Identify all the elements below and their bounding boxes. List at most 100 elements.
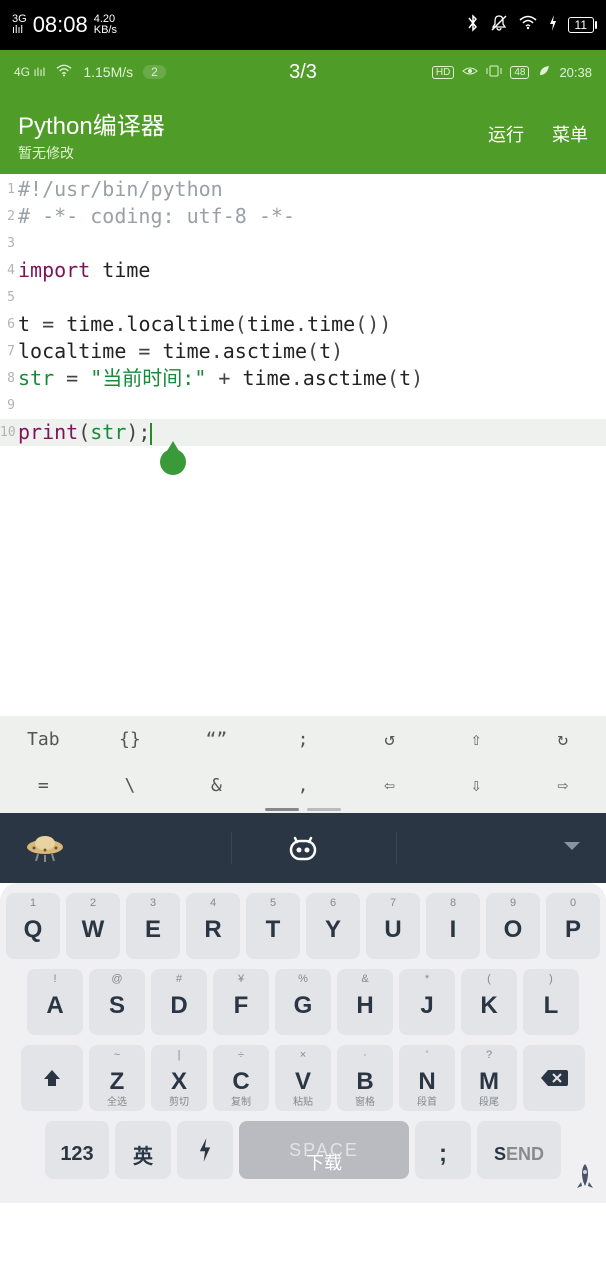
shortcut-key[interactable]: ⇩ bbox=[433, 775, 520, 796]
shortcut-key[interactable]: = bbox=[0, 775, 87, 796]
sec-wifi-icon bbox=[55, 64, 73, 81]
code-line[interactable]: 4import time bbox=[0, 257, 606, 284]
net-speed-unit: KB/s bbox=[94, 25, 117, 36]
shortcut-key[interactable]: ⇨ bbox=[519, 775, 606, 796]
key-h[interactable]: &H bbox=[337, 969, 393, 1035]
keyboard-toolbar bbox=[0, 813, 606, 883]
code-content[interactable]: t = time.localtime(time.time()) bbox=[18, 311, 391, 338]
space-key[interactable]: SPACE 下载 bbox=[239, 1121, 409, 1179]
shortcut-key[interactable]: \ bbox=[87, 775, 174, 796]
code-line[interactable]: 6t = time.localtime(time.time()) bbox=[0, 311, 606, 338]
numeric-key[interactable]: 123 bbox=[45, 1121, 109, 1179]
shortcut-key[interactable]: & bbox=[173, 775, 260, 796]
line-number: 6 bbox=[0, 311, 18, 338]
code-line[interactable]: 9 bbox=[0, 392, 606, 419]
shortcut-key[interactable]: Tab bbox=[0, 729, 87, 750]
semicolon-key[interactable]: ; bbox=[415, 1121, 471, 1179]
key-d[interactable]: #D bbox=[151, 969, 207, 1035]
send-suffix: END bbox=[506, 1144, 544, 1164]
signal-bars: ılıl bbox=[12, 25, 27, 36]
collapse-keyboard-icon[interactable] bbox=[562, 839, 582, 858]
code-content[interactable]: print(str); bbox=[18, 419, 152, 446]
line-number: 4 bbox=[0, 257, 18, 284]
key-k[interactable]: (K bbox=[461, 969, 517, 1035]
backspace-key[interactable] bbox=[523, 1045, 585, 1111]
key-n[interactable]: 'N段首 bbox=[399, 1045, 455, 1111]
run-button[interactable]: 运行 bbox=[488, 121, 524, 147]
key-q[interactable]: 1Q bbox=[6, 893, 60, 959]
code-content[interactable]: str = "当前时间:" + time.asctime(t) bbox=[18, 365, 423, 392]
hd-indicator: HD bbox=[432, 66, 454, 79]
key-y[interactable]: 6Y bbox=[306, 893, 360, 959]
dnd-icon bbox=[490, 14, 508, 37]
code-line[interactable]: 1#!/usr/bin/python bbox=[0, 176, 606, 203]
line-number: 8 bbox=[0, 365, 18, 392]
shortcut-key[interactable]: ↻ bbox=[519, 729, 606, 750]
key-l[interactable]: )L bbox=[523, 969, 579, 1035]
key-e[interactable]: 3E bbox=[126, 893, 180, 959]
line-number: 1 bbox=[0, 176, 18, 203]
code-editor[interactable]: 1#!/usr/bin/python2# -*- coding: utf-8 -… bbox=[0, 174, 606, 446]
shortcut-key[interactable]: ↺ bbox=[346, 729, 433, 750]
system-time: 08:08 bbox=[33, 12, 88, 38]
page-indicator: 3/3 bbox=[289, 61, 317, 84]
code-line[interactable]: 3 bbox=[0, 230, 606, 257]
shift-key[interactable] bbox=[21, 1045, 83, 1111]
shortcut-key[interactable]: {} bbox=[87, 729, 174, 750]
code-line[interactable]: 7localtime = time.asctime(t) bbox=[0, 338, 606, 365]
code-line[interactable]: 10print(str); bbox=[0, 419, 606, 446]
shortcut-key[interactable]: ⇧ bbox=[433, 729, 520, 750]
battery-level: 11 bbox=[568, 17, 594, 33]
code-content[interactable]: #!/usr/bin/python bbox=[18, 176, 223, 203]
shortcut-key[interactable]: ⇦ bbox=[346, 775, 433, 796]
sec-signal: 4G ılıl bbox=[14, 65, 45, 79]
system-status-bar: 3G ılıl 08:08 4.20 KB/s 11 bbox=[0, 0, 606, 50]
shortcut-key[interactable]: ; bbox=[260, 729, 347, 750]
key-i[interactable]: 8I bbox=[426, 893, 480, 959]
code-line[interactable]: 2# -*- coding: utf-8 -*- bbox=[0, 203, 606, 230]
key-v[interactable]: ×V粘贴 bbox=[275, 1045, 331, 1111]
wifi-icon bbox=[518, 15, 538, 36]
shortcut-key[interactable]: “” bbox=[173, 729, 260, 750]
key-b[interactable]: ·B窗格 bbox=[337, 1045, 393, 1111]
key-p[interactable]: 0P bbox=[546, 893, 600, 959]
line-number: 5 bbox=[0, 284, 18, 311]
key-g[interactable]: %G bbox=[275, 969, 331, 1035]
code-line[interactable]: 5 bbox=[0, 284, 606, 311]
robot-icon[interactable] bbox=[285, 833, 321, 863]
key-r[interactable]: 4R bbox=[186, 893, 240, 959]
key-c[interactable]: ÷C复制 bbox=[213, 1045, 269, 1111]
lightning-key[interactable] bbox=[177, 1121, 233, 1179]
key-w[interactable]: 2W bbox=[66, 893, 120, 959]
ufo-icon[interactable] bbox=[24, 831, 66, 865]
editor-blank[interactable] bbox=[0, 446, 606, 716]
key-t[interactable]: 5T bbox=[246, 893, 300, 959]
key-x[interactable]: |X剪切 bbox=[151, 1045, 207, 1111]
shortcut-key[interactable]: , bbox=[260, 775, 347, 796]
keyboard: 1Q2W3E4R5T6Y7U8I9O0P !A@S#D¥F%G&H*J(K)L … bbox=[0, 883, 606, 1203]
sec-badge: 2 bbox=[143, 65, 166, 79]
key-z[interactable]: ~Z全选 bbox=[89, 1045, 145, 1111]
key-m[interactable]: ?M段尾 bbox=[461, 1045, 517, 1111]
app-header: Python编译器 暂无修改 运行 菜单 bbox=[0, 94, 606, 174]
language-key[interactable]: 英 bbox=[115, 1121, 171, 1179]
line-number: 7 bbox=[0, 338, 18, 365]
code-content[interactable]: import time bbox=[18, 257, 150, 284]
key-f[interactable]: ¥F bbox=[213, 969, 269, 1035]
send-key[interactable]: SEND bbox=[477, 1121, 561, 1179]
sec-speed: 1.15M/s bbox=[83, 64, 133, 80]
code-content[interactable]: localtime = time.asctime(t) bbox=[18, 338, 343, 365]
key-s[interactable]: @S bbox=[89, 969, 145, 1035]
key-a[interactable]: !A bbox=[27, 969, 83, 1035]
toolbar-divider bbox=[231, 832, 232, 864]
cursor-handle[interactable] bbox=[160, 449, 186, 475]
menu-button[interactable]: 菜单 bbox=[552, 121, 588, 147]
key-o[interactable]: 9O bbox=[486, 893, 540, 959]
toolbar-divider bbox=[396, 832, 397, 864]
key-j[interactable]: *J bbox=[399, 969, 455, 1035]
app-title: Python编译器 bbox=[18, 106, 165, 141]
key-u[interactable]: 7U bbox=[366, 893, 420, 959]
code-line[interactable]: 8str = "当前时间:" + time.asctime(t) bbox=[0, 365, 606, 392]
eye-icon bbox=[462, 65, 478, 80]
code-content[interactable]: # -*- coding: utf-8 -*- bbox=[18, 203, 295, 230]
